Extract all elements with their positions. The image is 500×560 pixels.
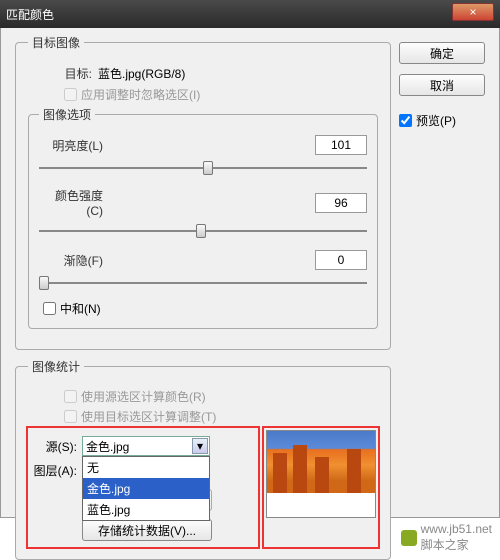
use-source-sel-label: 使用源选区计算颜色(R): [81, 388, 206, 405]
site-logo-icon: [401, 530, 417, 546]
site-url: www.jb51.net: [421, 522, 492, 536]
image-options-group: 图像选项 明亮度(L) 颜色强度(C) 渐隐(F): [28, 106, 378, 329]
layer-label: 图层(A):: [30, 462, 82, 479]
luminance-label: 明亮度(L): [39, 137, 109, 154]
neutralize-label: 中和(N): [60, 300, 101, 317]
image-options-legend: 图像选项: [39, 106, 95, 123]
neutralize-box[interactable]: [43, 302, 56, 315]
close-button[interactable]: ×: [452, 3, 494, 21]
ignore-sel-box: [64, 88, 77, 101]
close-icon: ×: [469, 5, 476, 19]
source-option-none[interactable]: 无: [83, 457, 209, 478]
intensity-input[interactable]: [315, 193, 367, 213]
image-stats-group: 图像统计 使用源选区计算颜色(R) 使用目标选区计算调整(T) 源(S): 金色…: [15, 358, 391, 560]
fade-slider[interactable]: [39, 274, 367, 292]
image-stats-legend: 图像统计: [28, 358, 84, 375]
dialog-content: 目标图像 目标: 蓝色.jpg(RGB/8) 应用调整时忽略选区(I) 图像选项…: [0, 28, 500, 518]
source-label: 源(S):: [30, 438, 82, 455]
preview-box[interactable]: [399, 114, 412, 127]
dialog-title: 匹配颜色: [6, 6, 54, 23]
source-select-value: 金色.jpg: [86, 438, 129, 455]
preview-label: 预览(P): [416, 112, 456, 129]
dropdown-arrow-icon: ▾: [192, 438, 208, 454]
use-target-sel-box: [64, 410, 77, 423]
use-target-sel-checkbox: 使用目标选区计算调整(T): [64, 408, 378, 425]
intensity-label: 颜色强度(C): [39, 187, 109, 218]
intensity-slider[interactable]: [39, 222, 367, 240]
target-value: 蓝色.jpg(RGB/8): [98, 65, 185, 82]
ignore-selection-checkbox: 应用调整时忽略选区(I): [64, 86, 378, 103]
ignore-sel-label: 应用调整时忽略选区(I): [81, 86, 200, 103]
use-source-sel-checkbox: 使用源选区计算颜色(R): [64, 388, 378, 405]
save-stats-button[interactable]: 存储统计数据(V)...: [82, 519, 212, 541]
source-select[interactable]: 金色.jpg ▾ 无 金色.jpg 蓝色.jpg: [82, 436, 210, 456]
target-image-group: 目标图像 目标: 蓝色.jpg(RGB/8) 应用调整时忽略选区(I) 图像选项…: [15, 34, 391, 350]
preview-checkbox[interactable]: 预览(P): [399, 112, 491, 129]
site-name: 脚本之家: [421, 536, 492, 553]
titlebar: 匹配颜色 ×: [0, 0, 500, 28]
use-target-sel-label: 使用目标选区计算调整(T): [81, 408, 216, 425]
fade-input[interactable]: [315, 250, 367, 270]
target-label: 目标:: [28, 65, 98, 82]
fade-label: 渐隐(F): [39, 252, 109, 269]
source-dropdown: 无 金色.jpg 蓝色.jpg: [82, 456, 210, 521]
luminance-input[interactable]: [315, 135, 367, 155]
thumbnail-image: [267, 431, 375, 493]
use-source-sel-box: [64, 390, 77, 403]
source-thumbnail: [266, 430, 376, 518]
neutralize-checkbox[interactable]: 中和(N): [43, 300, 367, 317]
target-image-legend: 目标图像: [28, 34, 84, 51]
cancel-button[interactable]: 取消: [399, 74, 485, 96]
source-option-gold[interactable]: 金色.jpg: [83, 478, 209, 499]
source-option-blue[interactable]: 蓝色.jpg: [83, 499, 209, 520]
ok-button[interactable]: 确定: [399, 42, 485, 64]
luminance-slider[interactable]: [39, 159, 367, 177]
